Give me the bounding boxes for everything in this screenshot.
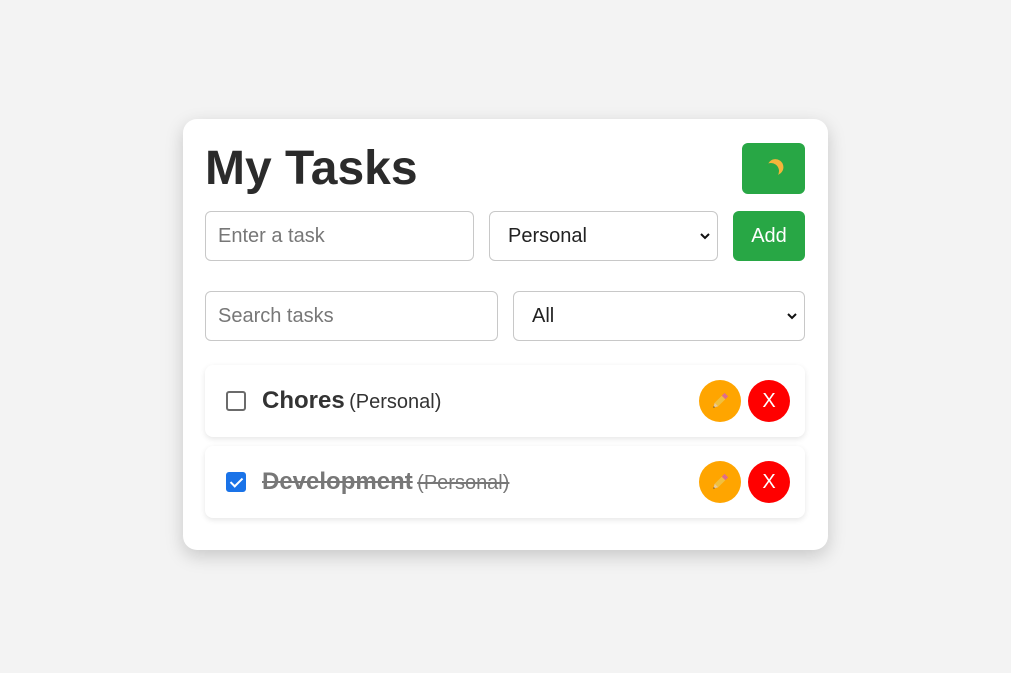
task-name: Chores bbox=[262, 387, 345, 414]
task-name: Development bbox=[262, 468, 413, 495]
page-title: My Tasks bbox=[205, 142, 418, 195]
category-select[interactable]: Personal bbox=[489, 211, 718, 261]
moon-icon bbox=[761, 161, 780, 180]
filter-select-value: All bbox=[532, 304, 555, 327]
task-input[interactable] bbox=[205, 211, 474, 261]
delete-button[interactable]: X bbox=[748, 380, 790, 422]
pencil-icon bbox=[713, 473, 729, 489]
chevron-down-icon bbox=[787, 313, 797, 320]
task-checkbox[interactable] bbox=[226, 472, 246, 492]
theme-toggle-button[interactable] bbox=[742, 143, 805, 194]
task-checkbox[interactable] bbox=[226, 391, 246, 411]
task-item: Development (Personal) X bbox=[205, 446, 805, 518]
edit-button[interactable] bbox=[699, 380, 741, 422]
task-text: Development (Personal) bbox=[262, 468, 509, 499]
task-category: (Personal) bbox=[417, 472, 510, 494]
chevron-down-icon bbox=[700, 233, 710, 240]
delete-button[interactable]: X bbox=[748, 461, 790, 503]
pencil-icon bbox=[713, 392, 729, 408]
edit-button[interactable] bbox=[699, 461, 741, 503]
task-app-card: My Tasks Personal Add All Chores (Person… bbox=[183, 119, 828, 550]
category-select-value: Personal bbox=[508, 224, 587, 247]
task-text: Chores (Personal) bbox=[262, 387, 441, 418]
task-category: (Personal) bbox=[349, 391, 442, 413]
task-item: Chores (Personal) X bbox=[205, 365, 805, 437]
add-button[interactable]: Add bbox=[733, 211, 805, 261]
search-input[interactable] bbox=[205, 291, 498, 341]
filter-select[interactable]: All bbox=[513, 291, 805, 341]
